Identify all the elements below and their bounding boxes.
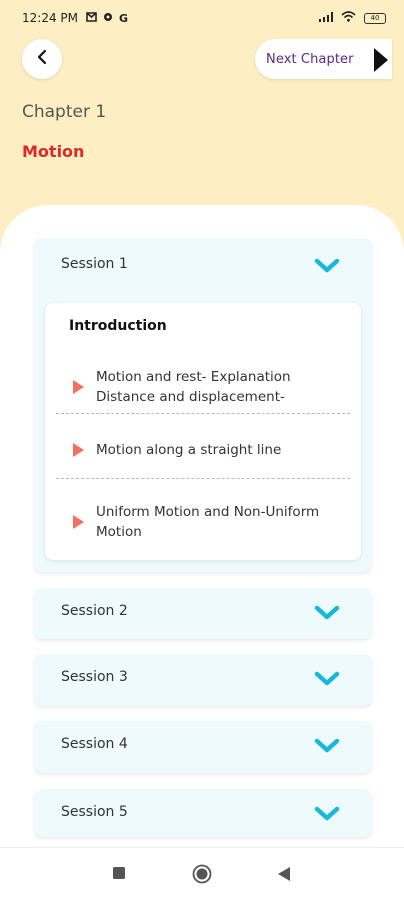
play-icon — [56, 515, 96, 529]
session-4-accordion[interactable]: Session 4 — [34, 721, 372, 773]
session-1-accordion[interactable]: Session 1 Introduction Motion and rest- … — [34, 238, 372, 572]
section-title: Introduction — [69, 318, 167, 334]
chevron-down-icon[interactable] — [314, 671, 340, 691]
battery-icon: 40 — [364, 12, 386, 24]
next-chapter-label: Next Chapter — [266, 51, 354, 67]
chevron-down-icon[interactable] — [314, 806, 340, 826]
chapter-number: Chapter 1 — [22, 102, 107, 122]
chevron-left-icon — [36, 49, 48, 69]
session-2-accordion[interactable]: Session 2 — [34, 588, 372, 639]
session-content-card: Introduction Motion and rest- Explanatio… — [45, 303, 361, 560]
topic-title: Motion and rest- Explanation Distance an… — [96, 369, 291, 405]
status-time: 12:24 PM — [22, 11, 78, 25]
session-label: Session 5 — [61, 804, 128, 820]
status-notification-icons: G — [86, 12, 128, 25]
home-icon[interactable] — [192, 864, 212, 884]
session-label: Session 1 — [61, 256, 128, 272]
chevron-down-icon[interactable] — [314, 258, 340, 278]
next-chapter-button[interactable]: Next Chapter — [255, 39, 392, 79]
session-3-accordion[interactable]: Session 3 — [34, 654, 372, 706]
status-right: 40 — [319, 11, 386, 25]
topic-item[interactable]: Uniform Motion and Non-Uniform Motion — [56, 498, 350, 546]
topic-title: Uniform Motion and Non-Uniform Motion — [96, 504, 320, 540]
play-right-icon — [372, 47, 390, 77]
session-label: Session 3 — [61, 669, 128, 685]
divider — [56, 413, 350, 414]
back-button[interactable] — [22, 39, 62, 79]
topic-item[interactable]: Motion along a straight line — [56, 433, 350, 467]
status-left: 12:24 PM G — [22, 11, 128, 25]
signal-icon — [319, 11, 333, 25]
topic-title: Motion along a straight line — [96, 442, 282, 458]
session-5-accordion[interactable]: Session 5 — [34, 789, 372, 837]
mail-icon — [86, 11, 97, 25]
topic-item[interactable]: Motion and rest- Explanation Distance an… — [56, 363, 350, 411]
back-triangle-icon[interactable] — [277, 866, 291, 882]
settings-icon — [103, 12, 113, 25]
chapter-title: Motion — [22, 142, 85, 161]
status-bar: 12:24 PM G 40 — [0, 0, 404, 36]
google-icon: G — [119, 11, 129, 25]
wifi-icon — [341, 11, 356, 25]
play-icon — [56, 443, 96, 457]
recent-apps-icon[interactable] — [112, 866, 126, 880]
system-nav-bar — [0, 847, 404, 900]
session-label: Session 2 — [61, 603, 128, 619]
divider — [56, 478, 350, 479]
chevron-down-icon[interactable] — [314, 738, 340, 758]
session-label: Session 4 — [61, 736, 128, 752]
chevron-down-icon[interactable] — [314, 605, 340, 625]
play-icon — [56, 380, 96, 394]
